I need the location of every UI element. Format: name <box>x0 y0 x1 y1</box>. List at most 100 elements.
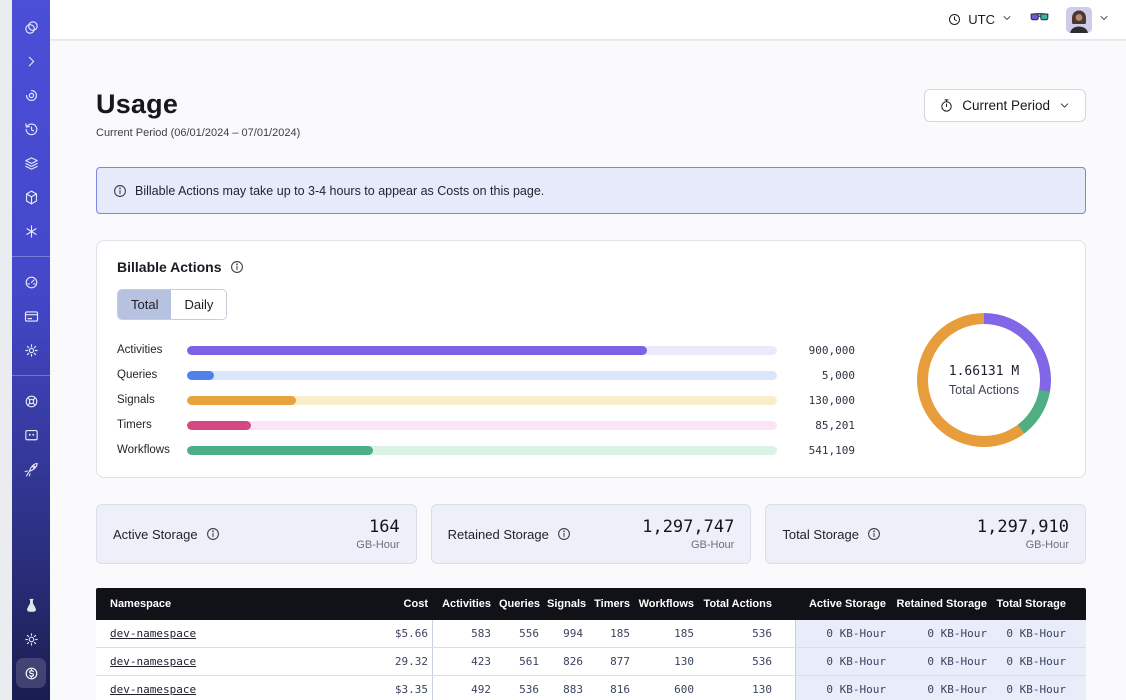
bar-track <box>187 421 777 430</box>
queries-cell: 561 <box>495 655 543 668</box>
chart-row-workflows: Workflows 541,109 <box>117 442 855 458</box>
info-icon[interactable] <box>557 527 571 541</box>
retained-storage-value: 1,297,747 <box>642 517 734 537</box>
nexus-asterisk-icon[interactable] <box>16 216 46 246</box>
chart-row-timers: Timers 85,201 <box>117 417 855 433</box>
namespace-link[interactable]: dev-namespace <box>110 627 196 640</box>
current-period-subtitle: Current Period (06/01/2024 – 07/01/2024) <box>96 127 300 139</box>
tab-daily[interactable]: Daily <box>171 290 226 319</box>
col-retained-storage: Retained Storage <box>890 598 991 610</box>
col-queries: Queries <box>495 598 543 610</box>
bar-label: Activities <box>117 344 187 356</box>
queries-cell: 556 <box>495 627 543 640</box>
namespace-link[interactable]: dev-namespace <box>110 655 196 668</box>
topbar: UTC <box>50 0 1126 40</box>
signals-cell: 883 <box>543 683 587 696</box>
activities-cell: 583 <box>432 620 495 647</box>
expand-chevron-icon[interactable] <box>16 46 46 76</box>
signals-cell: 826 <box>543 655 587 668</box>
bar-fill <box>187 371 214 380</box>
col-total-actions: Total Actions <box>698 598 776 610</box>
total-storage-value: 1,297,910 <box>977 517 1069 537</box>
chevron-down-icon <box>1001 12 1013 27</box>
user-menu[interactable] <box>1066 7 1110 33</box>
layers-icon[interactable] <box>16 148 46 178</box>
timers-cell: 185 <box>587 627 634 640</box>
timers-cell: 816 <box>587 683 634 696</box>
active-storage-card: Active Storage 164 GB-Hour <box>96 504 417 564</box>
bar-value: 85,201 <box>777 419 855 432</box>
info-icon[interactable] <box>230 260 244 274</box>
info-icon[interactable] <box>206 527 220 541</box>
total-actions-donut: 1.66131 M Total Actions <box>917 313 1051 447</box>
col-timers: Timers <box>587 598 634 610</box>
3d-glasses-icon[interactable] <box>1029 7 1050 33</box>
table-row: dev-namespace $3.35 492 536 883 816 600 … <box>96 676 1086 700</box>
info-icon[interactable] <box>867 527 881 541</box>
chart-row-activities: Activities 900,000 <box>117 342 855 358</box>
active-storage-cell: 0 KB-Hour <box>795 676 890 700</box>
clock-icon <box>947 12 962 27</box>
bar-label: Signals <box>117 394 187 406</box>
info-banner-text: Billable Actions may take up to 3-4 hour… <box>135 184 544 198</box>
chart-row-signals: Signals 130,000 <box>117 392 855 408</box>
total-storage-cell: 0 KB-Hour <box>991 676 1070 700</box>
total-storage-label: Total Storage <box>782 527 859 542</box>
signals-cell: 994 <box>543 627 587 640</box>
schedules-icon[interactable] <box>16 114 46 144</box>
total-storage-card: Total Storage 1,297,910 GB-Hour <box>765 504 1086 564</box>
retained-storage-cell: 0 KB-Hour <box>890 648 991 675</box>
col-workflows: Workflows <box>634 598 698 610</box>
timers-cell: 877 <box>587 655 634 668</box>
bar-value: 541,109 <box>777 444 855 457</box>
chart-row-queries: Queries 5,000 <box>117 367 855 383</box>
timezone-label: UTC <box>968 12 995 27</box>
namespace-cell: dev-namespace <box>96 683 336 696</box>
tab-total[interactable]: Total <box>118 290 171 319</box>
cost-cell: 29.32 <box>336 655 432 668</box>
retained-storage-cell: 0 KB-Hour <box>890 620 991 647</box>
page-title: Usage <box>96 89 300 120</box>
labs-flask-icon[interactable] <box>16 590 46 620</box>
period-selector-label: Current Period <box>962 98 1050 113</box>
temporal-logo-icon[interactable] <box>16 12 46 42</box>
timezone-dropdown[interactable]: UTC <box>947 12 1013 27</box>
chart-view-toggle: Total Daily <box>117 289 227 320</box>
total-actions-label: Total Actions <box>949 383 1019 397</box>
usage-gauge-icon[interactable] <box>16 267 46 297</box>
namespace-usage-table: Namespace Cost Activities Queries Signal… <box>96 588 1086 700</box>
stopwatch-icon <box>939 98 954 113</box>
settings-gear-icon[interactable] <box>16 335 46 365</box>
total-actions-cell: 536 <box>698 655 776 668</box>
bar-label: Timers <box>117 419 187 431</box>
bar-value: 130,000 <box>777 394 855 407</box>
bar-track <box>187 371 777 380</box>
deployments-cube-icon[interactable] <box>16 182 46 212</box>
usage-dollar-icon[interactable] <box>16 658 46 688</box>
namespaces-icon[interactable] <box>16 80 46 110</box>
billable-actions-card: Billable Actions Total Daily Activities … <box>96 240 1086 478</box>
table-row: dev-namespace $5.66 583 556 994 185 185 … <box>96 620 1086 648</box>
bar-value: 5,000 <box>777 369 855 382</box>
period-selector-button[interactable]: Current Period <box>924 89 1086 122</box>
getting-started-rocket-icon[interactable] <box>16 454 46 484</box>
docs-monitor-icon[interactable] <box>16 420 46 450</box>
billing-card-icon[interactable] <box>16 301 46 331</box>
total-actions-value: 1.66131 M <box>949 364 1019 379</box>
total-storage-unit: GB-Hour <box>977 539 1069 551</box>
support-lifebuoy-icon[interactable] <box>16 386 46 416</box>
avatar <box>1066 7 1092 33</box>
billable-actions-title: Billable Actions <box>117 259 222 275</box>
bar-fill <box>187 346 647 355</box>
retained-storage-card: Retained Storage 1,297,747 GB-Hour <box>431 504 752 564</box>
workflows-cell: 130 <box>634 655 698 668</box>
chevron-down-icon <box>1058 99 1071 112</box>
namespace-link[interactable]: dev-namespace <box>110 683 196 696</box>
billable-actions-bar-chart: Activities 900,000 Queries 5,000 Signals… <box>117 342 855 458</box>
cost-cell: $5.66 <box>336 627 432 640</box>
bar-track <box>187 346 777 355</box>
info-icon <box>113 184 127 198</box>
info-banner: Billable Actions may take up to 3-4 hour… <box>96 167 1086 214</box>
active-storage-unit: GB-Hour <box>356 539 399 551</box>
theme-sun-icon[interactable] <box>16 624 46 654</box>
